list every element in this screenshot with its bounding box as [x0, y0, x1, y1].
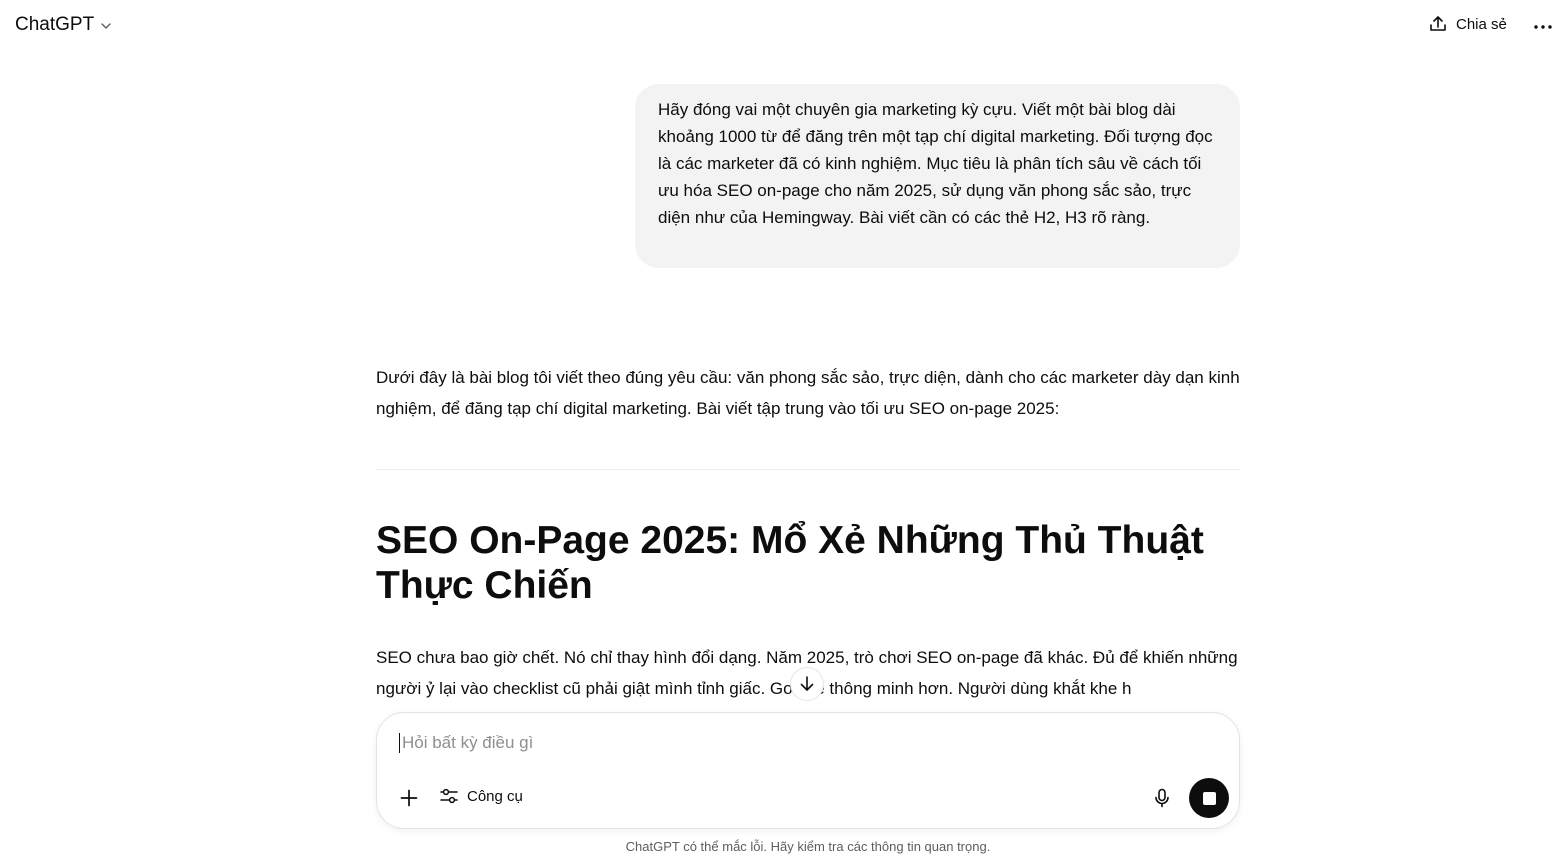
stop-icon: [1202, 791, 1216, 805]
model-name: ChatGPT: [15, 14, 95, 35]
add-attachment-button[interactable]: [397, 786, 421, 810]
user-message-text: Hãy đóng vai một chuyên gia marketing kỳ…: [658, 100, 1213, 227]
assistant-message: Dưới đây là bài blog tôi viết theo đúng …: [376, 362, 1240, 698]
voice-input-button[interactable]: [1150, 786, 1174, 810]
assistant-intro-text: Dưới đây là bài blog tôi viết theo đúng …: [376, 368, 1240, 418]
sliders-icon: [440, 788, 458, 804]
plus-icon: [400, 789, 418, 807]
tools-label: Công cụ: [467, 787, 523, 805]
divider: [376, 469, 1240, 470]
user-message-bubble: Hãy đóng vai một chuyên gia marketing kỳ…: [635, 84, 1240, 268]
arrow-down-icon: [800, 676, 814, 691]
stop-generating-button[interactable]: [1189, 778, 1229, 818]
share-icon: [1430, 16, 1446, 31]
tools-button[interactable]: Công cụ: [439, 786, 523, 806]
scroll-to-bottom-button[interactable]: [790, 667, 824, 701]
model-switcher[interactable]: ChatGPT: [15, 14, 112, 36]
chevron-down-icon: [101, 23, 111, 29]
share-label: Chia sẻ: [1456, 15, 1507, 33]
composer: Công cụ: [376, 712, 1240, 829]
more-options-button[interactable]: [1532, 16, 1554, 38]
disclaimer-text: ChatGPT có thể mắc lỗi. Hãy kiểm tra các…: [625, 839, 991, 854]
share-button[interactable]: Chia sẻ: [1428, 14, 1507, 34]
article-title: SEO On-Page 2025: Mổ Xẻ Những Thủ Thuật …: [376, 519, 1204, 607]
microphone-icon: [1155, 788, 1169, 808]
top-bar: ChatGPT Chia sẻ: [0, 0, 1562, 52]
prompt-input[interactable]: [399, 733, 1102, 753]
more-icon: [1534, 25, 1552, 29]
